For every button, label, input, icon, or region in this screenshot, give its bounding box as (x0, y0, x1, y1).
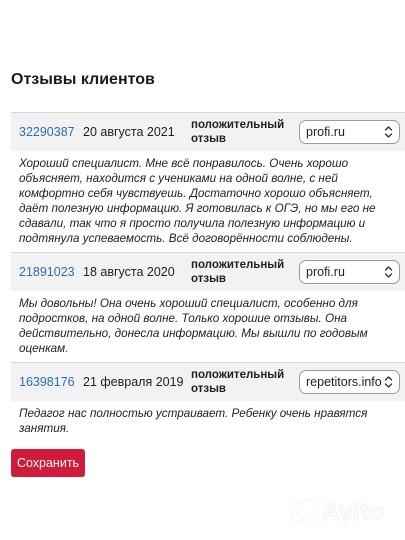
review-date: 21 февраля 2019 (83, 375, 184, 389)
avito-watermark: Avito (288, 497, 385, 527)
review-header: 32290387 20 августа 2021 положительный о… (11, 112, 405, 151)
review-type: положительный отзыв (191, 369, 285, 395)
review-type: положительный отзыв (191, 119, 285, 145)
review-date: 20 августа 2021 (83, 125, 175, 139)
chevron-up-down-icon (384, 266, 393, 278)
chevron-up-down-icon (384, 126, 393, 138)
review-item: 16398176 21 февраля 2019 положительный о… (11, 362, 405, 442)
review-id-link[interactable]: 16398176 (19, 375, 83, 389)
review-text: Педагог нас полностью устраивает. Ребенк… (11, 401, 405, 442)
page-title: Отзывы клиентов (11, 71, 155, 88)
chevron-up-down-icon (384, 376, 393, 388)
reviews-list: 32290387 20 августа 2021 положительный о… (11, 112, 405, 442)
review-item: 32290387 20 августа 2021 положительный о… (11, 112, 405, 252)
source-select-value: profi.ru (306, 125, 345, 139)
review-text: Хороший специалист. Мне всё понравилось.… (11, 151, 405, 252)
source-select[interactable]: profi.ru (299, 260, 400, 284)
review-item: 21891023 18 августа 2020 положительный о… (11, 252, 405, 362)
source-select[interactable]: profi.ru (299, 120, 400, 144)
review-text: Мы довольны! Она очень хороший специалис… (11, 291, 405, 362)
review-date: 18 августа 2020 (83, 265, 175, 279)
avito-logo-icon (291, 498, 316, 525)
source-select[interactable]: repetitors.info (299, 370, 400, 394)
save-button[interactable]: Сохранить (11, 449, 85, 477)
review-type: положительный отзыв (191, 259, 285, 285)
review-header: 21891023 18 августа 2020 положительный о… (11, 252, 405, 291)
review-id-link[interactable]: 21891023 (19, 265, 83, 279)
watermark-text: Avito (321, 497, 386, 526)
source-select-value: repetitors.info (306, 375, 382, 389)
review-header: 16398176 21 февраля 2019 положительный о… (11, 362, 405, 401)
review-id-link[interactable]: 32290387 (19, 125, 83, 139)
source-select-value: profi.ru (306, 265, 345, 279)
